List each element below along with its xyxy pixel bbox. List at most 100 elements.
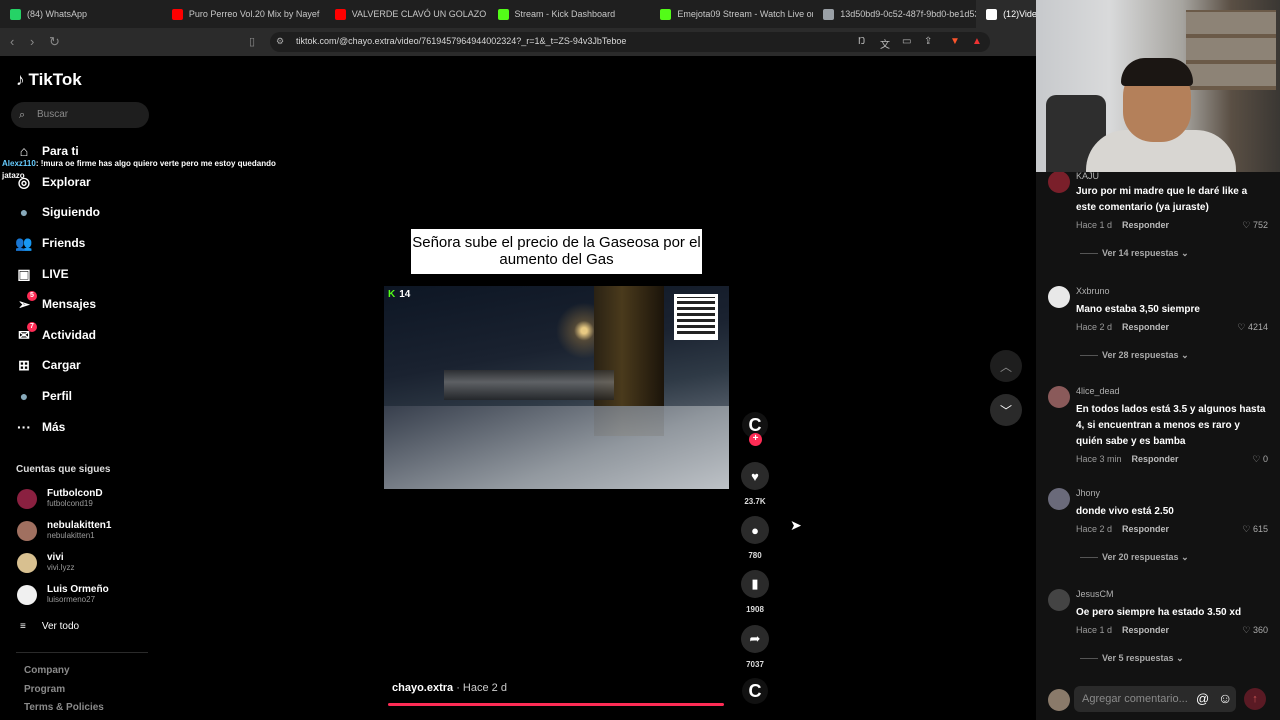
sidebar-item-label: Perfil	[42, 389, 73, 403]
tiktok-logo[interactable]: ♪ TikTok	[16, 70, 82, 90]
footer-program[interactable]: Program	[24, 684, 65, 695]
comment-username[interactable]: KAJU	[1076, 172, 1099, 181]
browser-tab[interactable]: Puro Perreo Vol.20 Mix by Nayef	[162, 0, 325, 28]
comment-username[interactable]: Jhony	[1076, 488, 1100, 498]
browser-tab[interactable]: 13d50bd9-0c52-487f-9bd0-be1d53	[813, 0, 976, 28]
reload-icon[interactable]: ↻	[49, 34, 60, 50]
next-video-button[interactable]: ﹀	[990, 394, 1022, 426]
comment-meta: Hace 1 d Responder	[1076, 625, 1169, 635]
sidebar-item-friends[interactable]: 👥 Friends	[14, 232, 85, 254]
comment-like-button[interactable]: ♡ 615	[1242, 524, 1268, 535]
browser-tab[interactable]: (84) WhatsApp	[0, 0, 162, 28]
sidebar-item-label: Más	[42, 420, 66, 434]
reply-button[interactable]: Responder	[1132, 454, 1179, 464]
comment-meta: Hace 2 d Responder	[1076, 524, 1169, 534]
sidebar-item-actividad[interactable]: ✉ 7 Actividad	[14, 322, 96, 346]
brave-rewards-icon[interactable]: ▲	[972, 36, 982, 47]
reply-button[interactable]: Responder	[1122, 322, 1169, 332]
comment-like-count: 615	[1252, 524, 1268, 534]
previous-video-button[interactable]: ︿	[990, 350, 1022, 382]
video-author[interactable]: chayo.extra · Hace 2 d	[392, 682, 507, 694]
following-item[interactable]: Luis Ormeño luisormeno27	[17, 584, 109, 605]
cast-icon[interactable]: ▭	[902, 36, 911, 47]
comment-like-button[interactable]: ♡ 0	[1252, 454, 1268, 465]
site-info-icon[interactable]: ⚙	[276, 36, 284, 47]
brave-shield-icon[interactable]: ▼	[950, 36, 960, 47]
favicon-icon	[334, 8, 346, 20]
forward-icon[interactable]: ›	[30, 34, 34, 49]
browser-tab[interactable]: (12)Video	[976, 0, 1036, 28]
sidebar-item-cargar[interactable]: ⊞ Cargar	[14, 354, 81, 376]
following-item[interactable]: nebulakitten1 nebulakitten1	[17, 520, 111, 541]
avatar[interactable]	[1048, 172, 1070, 193]
avatar[interactable]	[1048, 589, 1070, 611]
extension-icon[interactable]: Ŋ	[858, 36, 865, 47]
reply-button[interactable]: Responder	[1122, 220, 1169, 230]
activity-icon: ✉ 7	[14, 322, 37, 345]
view-replies-button[interactable]: Ver 5 respuestas ⌄	[1080, 653, 1184, 664]
back-icon[interactable]: ‹	[10, 34, 14, 49]
like-button[interactable]: ♥	[741, 462, 769, 490]
follow-plus-icon[interactable]: +	[749, 433, 762, 446]
comment-username[interactable]: Xxbruno	[1076, 286, 1110, 296]
search-input[interactable]: ⌕ Buscar	[11, 102, 149, 128]
footer-company[interactable]: Company	[24, 665, 70, 676]
browser-tab[interactable]: Emejota09 Stream - Watch Live on K	[650, 0, 813, 28]
tab-label: (12)Video	[1003, 9, 1036, 19]
see-all-button[interactable]: ≡ Ver todo	[20, 621, 79, 632]
following-item[interactable]: FutbolconD futbolcond19	[17, 488, 103, 509]
view-replies-button[interactable]: Ver 28 respuestas ⌄	[1080, 350, 1189, 361]
send-button[interactable]: ↑	[1244, 688, 1266, 710]
favicon-icon	[823, 8, 835, 20]
share-icon[interactable]: ⇪	[924, 36, 932, 47]
browser-tab[interactable]: Stream - Kick Dashboard	[488, 0, 651, 28]
sidebar-item-mensajes[interactable]: ➢ 5 Mensajes	[14, 291, 96, 315]
following-item[interactable]: vivi vivi.lyzz	[17, 552, 75, 573]
reply-button[interactable]: Responder	[1122, 625, 1169, 635]
comment-meta: Hace 2 d Responder	[1076, 322, 1169, 332]
avatar	[17, 552, 37, 573]
comment-text: Oe pero siempre ha estado 3.50 xd	[1076, 607, 1242, 618]
bookmark-icon[interactable]: ▯	[249, 35, 255, 48]
comment-username[interactable]: 4lice_dead	[1076, 386, 1120, 396]
avatar[interactable]	[1048, 286, 1070, 308]
tab-label: (84) WhatsApp	[27, 9, 88, 19]
avatar[interactable]	[1048, 488, 1070, 510]
mention-icon[interactable]: @	[1196, 691, 1209, 706]
footer-terms[interactable]: Terms & Policies	[24, 702, 104, 713]
emoji-icon[interactable]: ☺	[1218, 690, 1232, 706]
video-progress-bar[interactable]	[388, 703, 724, 706]
browser-tab[interactable]: VALVERDE CLAVÓ UN GOLAZO DE T	[325, 0, 488, 28]
sidebar-item-perfil[interactable]: ● Perfil	[14, 385, 72, 407]
following-text: Luis Ormeño luisormeno27	[47, 584, 109, 605]
mouse-cursor-icon: ➤	[790, 517, 802, 533]
share-button[interactable]: ➦	[741, 625, 769, 653]
sidebar-item-ms[interactable]: ··· Más	[14, 416, 65, 438]
view-replies-button[interactable]: Ver 20 respuestas ⌄	[1080, 552, 1189, 563]
sidebar-item-live[interactable]: ▣ LIVE	[14, 263, 68, 285]
comment-like-count: 0	[1262, 454, 1268, 464]
video-player[interactable]: K 14	[384, 286, 729, 489]
comment-like-count: 4214	[1247, 322, 1268, 332]
like-count: 23.7K	[744, 497, 766, 506]
sidebar-item-siguiendo[interactable]: ● Siguiendo	[14, 201, 100, 223]
tiktok-note-icon: ♪	[16, 70, 25, 89]
comment-input[interactable]: Agregar comentario...	[1074, 686, 1236, 712]
webcam-shelf	[1186, 10, 1276, 90]
comment-username[interactable]: JesusCM	[1076, 589, 1114, 599]
save-button[interactable]: ▮	[741, 570, 769, 598]
following-name: FutbolconD	[47, 488, 103, 499]
comment-like-button[interactable]: ♡ 360	[1242, 625, 1268, 636]
tab-label: 13d50bd9-0c52-487f-9bd0-be1d53	[840, 9, 977, 19]
sound-avatar[interactable]: C	[742, 678, 768, 704]
comment-like-button[interactable]: ♡ 752	[1242, 220, 1268, 231]
view-replies-button[interactable]: Ver 14 respuestas ⌄	[1080, 248, 1189, 259]
comment-like-button[interactable]: ♡ 4214	[1237, 322, 1268, 333]
translate-icon[interactable]: ⽂	[880, 36, 890, 51]
comments-panel: KAJU Juro por mi madre que le daré like a…	[1036, 172, 1280, 720]
comment-time: Hace 3 min	[1076, 454, 1122, 464]
avatar[interactable]	[1048, 386, 1070, 408]
reply-button[interactable]: Responder	[1122, 524, 1169, 534]
comment-button[interactable]: ●	[741, 516, 769, 544]
list-icon: ≡	[20, 621, 26, 632]
